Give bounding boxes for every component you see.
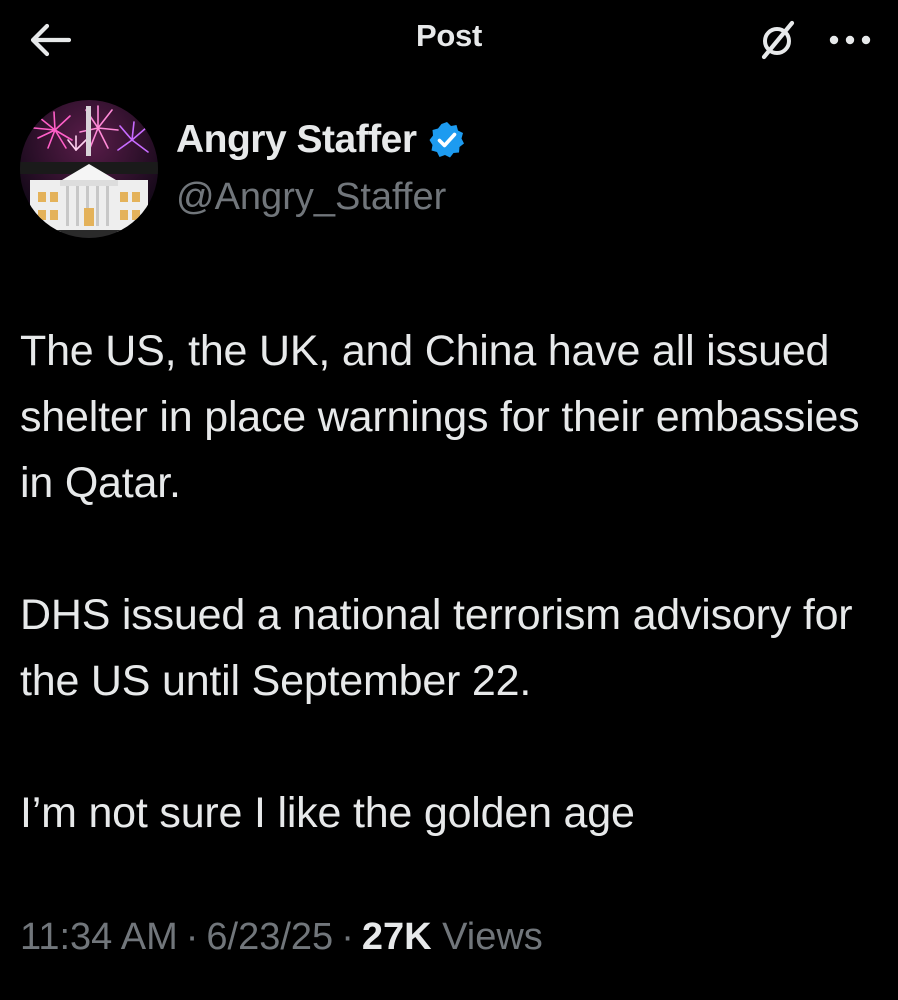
meta-separator: · xyxy=(185,916,199,958)
more-horizontal-icon xyxy=(829,35,871,45)
author-handle[interactable]: @Angry_Staffer xyxy=(176,176,446,219)
views-label[interactable]: Views xyxy=(442,916,543,958)
post-meta: 11:34 AM · 6/23/25 · 27K Views xyxy=(20,916,543,959)
top-bar: Post xyxy=(0,0,898,80)
white-house-fireworks-avatar xyxy=(20,100,158,238)
meta-separator: · xyxy=(341,916,354,958)
more-button[interactable] xyxy=(822,18,878,62)
post-date[interactable]: 6/23/25 xyxy=(206,916,333,958)
post-paragraph: The US, the UK, and China have all issue… xyxy=(20,327,860,507)
post-time[interactable]: 11:34 AM xyxy=(20,916,178,958)
avatar[interactable] xyxy=(20,100,158,238)
post-body: The US, the UK, and China have all issue… xyxy=(20,318,890,846)
grok-button[interactable] xyxy=(754,14,802,66)
post-paragraph: DHS issued a national terrorism advisory… xyxy=(20,591,853,705)
author-name-row[interactable]: Angry Staffer xyxy=(176,118,467,162)
author-name: Angry Staffer xyxy=(176,118,417,161)
verified-badge-icon xyxy=(427,120,467,160)
views-count[interactable]: 27K xyxy=(362,916,432,958)
post-paragraph: I’m not sure I like the golden age xyxy=(20,789,635,837)
grok-icon xyxy=(761,20,795,60)
